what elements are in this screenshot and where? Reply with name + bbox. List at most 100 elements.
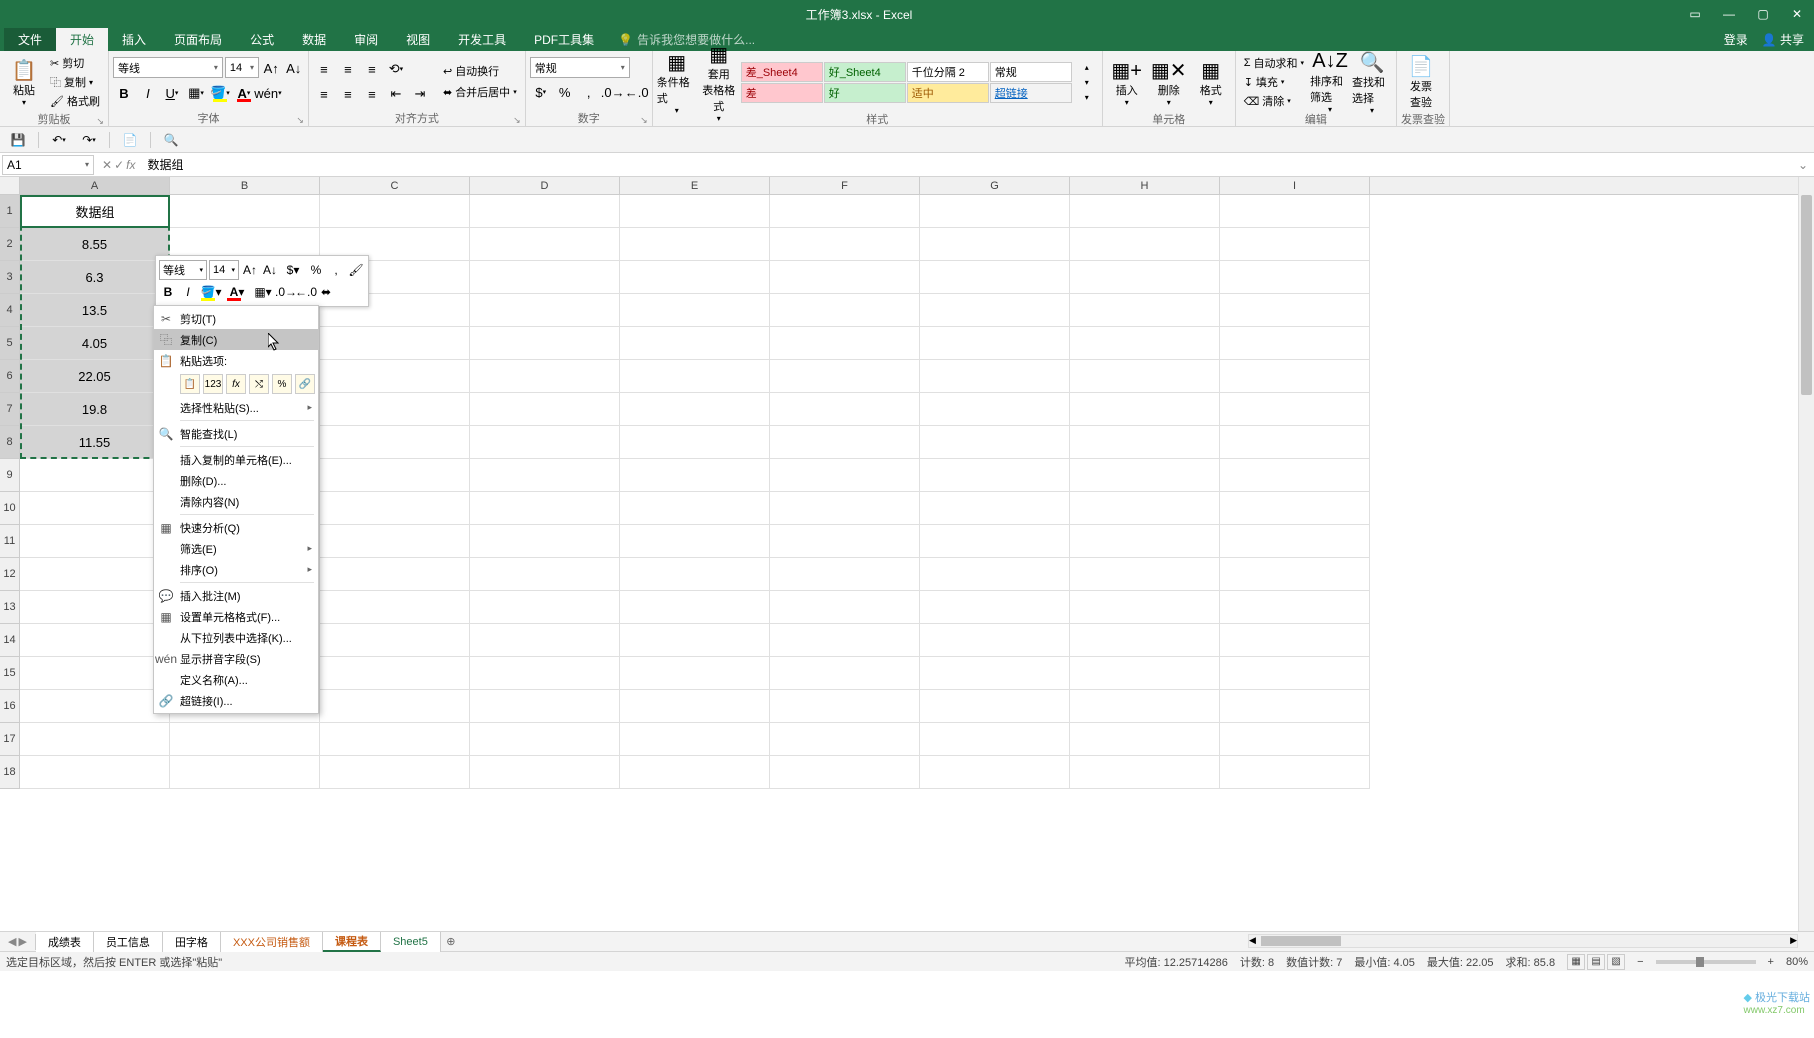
tell-me-search[interactable]: 💡 告诉我您想要做什么... [618, 31, 755, 48]
sheet-tab-sales[interactable]: XXX公司销售额 [221, 932, 323, 952]
cell-C14[interactable] [320, 624, 470, 657]
cm-format-cells[interactable]: ▦设置单元格格式(F)... [154, 606, 318, 627]
sheet-nav-prev-icon[interactable]: ◀ [8, 935, 16, 948]
cell-D6[interactable] [470, 360, 620, 393]
cell-A13[interactable] [20, 591, 170, 624]
hscroll-right-icon[interactable]: ▶ [1790, 935, 1797, 946]
alignment-launcher-icon[interactable]: ↘ [513, 115, 521, 126]
row-header-16[interactable]: 16 [0, 690, 20, 723]
cell-I17[interactable] [1220, 723, 1370, 756]
format-as-table-button[interactable]: ▦套用 表格格式▾ [699, 53, 739, 111]
cell-F9[interactable] [770, 459, 920, 492]
cell-E11[interactable] [620, 525, 770, 558]
delete-cells-button[interactable]: ▦✕删除▾ [1149, 53, 1189, 111]
cell-E15[interactable] [620, 657, 770, 690]
cell-E6[interactable] [620, 360, 770, 393]
align-center-icon[interactable]: ≡ [337, 83, 359, 105]
sheet-tab-employees[interactable]: 员工信息 [94, 932, 163, 952]
cm-sort[interactable]: 排序(O)▸ [154, 559, 318, 580]
mini-increase-font-icon[interactable]: A↑ [241, 261, 259, 279]
format-cells-button[interactable]: ▦格式▾ [1191, 53, 1231, 111]
cell-I12[interactable] [1220, 558, 1370, 591]
share-button[interactable]: 👤 共享 [1762, 31, 1804, 48]
cell-A14[interactable] [20, 624, 170, 657]
tab-pdf-tools[interactable]: PDF工具集 [520, 28, 608, 51]
close-icon[interactable]: ✕ [1780, 0, 1814, 28]
column-header-B[interactable]: B [170, 177, 320, 194]
insert-function-icon[interactable]: fx [126, 158, 135, 172]
number-launcher-icon[interactable]: ↘ [640, 115, 648, 126]
cell-G15[interactable] [920, 657, 1070, 690]
cell-F16[interactable] [770, 690, 920, 723]
cell-G16[interactable] [920, 690, 1070, 723]
cell-I8[interactable] [1220, 426, 1370, 459]
bold-icon[interactable]: B [113, 82, 135, 104]
hscroll-left-icon[interactable]: ◀ [1249, 935, 1256, 946]
cell-E9[interactable] [620, 459, 770, 492]
cm-define-name[interactable]: 定义名称(A)... [154, 669, 318, 690]
name-box[interactable]: A1▾ [2, 155, 94, 175]
cm-insert-copied[interactable]: 插入复制的单元格(E)... [154, 449, 318, 470]
cm-smart-lookup[interactable]: 🔍智能查找(L) [154, 423, 318, 444]
cell-D17[interactable] [470, 723, 620, 756]
cell-D4[interactable] [470, 294, 620, 327]
paste-link-icon[interactable]: 🔗 [295, 374, 315, 394]
cell-E14[interactable] [620, 624, 770, 657]
row-header-6[interactable]: 6 [0, 360, 20, 393]
cell-E17[interactable] [620, 723, 770, 756]
cell-C8[interactable] [320, 426, 470, 459]
cell-B1[interactable] [170, 195, 320, 228]
cell-I11[interactable] [1220, 525, 1370, 558]
paste-all-icon[interactable]: 📋 [180, 374, 200, 394]
cell-A11[interactable] [20, 525, 170, 558]
cell-I13[interactable] [1220, 591, 1370, 624]
cell-G12[interactable] [920, 558, 1070, 591]
cm-quick-analysis[interactable]: ▦快速分析(Q) [154, 517, 318, 538]
gallery-down-icon[interactable]: ▾ [1076, 75, 1098, 89]
cell-styles-gallery[interactable]: 差_Sheet4 好_Sheet4 千位分隔 2 常规 差 好 适中 超链接 [741, 62, 1072, 103]
mini-percent-icon[interactable]: % [307, 261, 325, 279]
paste-formulas-icon[interactable]: fx [226, 374, 246, 394]
column-header-A[interactable]: A [20, 177, 170, 194]
comma-format-icon[interactable]: , [578, 81, 600, 103]
style-hyperlink[interactable]: 超链接 [990, 83, 1072, 103]
copy-button[interactable]: ⿻复制▾ [46, 73, 104, 91]
column-header-C[interactable]: C [320, 177, 470, 194]
cell-I6[interactable] [1220, 360, 1370, 393]
select-all-corner[interactable] [0, 177, 20, 195]
cell-C16[interactable] [320, 690, 470, 723]
cell-E7[interactable] [620, 393, 770, 426]
spreadsheet-grid[interactable]: ABCDEFGHI 123456789101112131415161718 数据… [0, 177, 1814, 931]
undo-icon[interactable]: ↶▾ [49, 130, 69, 150]
row-header-18[interactable]: 18 [0, 756, 20, 789]
cell-C10[interactable] [320, 492, 470, 525]
cell-A16[interactable] [20, 690, 170, 723]
cell-C5[interactable] [320, 327, 470, 360]
style-good[interactable]: 好 [824, 83, 906, 103]
cell-F2[interactable] [770, 228, 920, 261]
cm-hyperlink[interactable]: 🔗超链接(I)... [154, 690, 318, 711]
sheet-tab-courses[interactable]: 课程表 [323, 932, 381, 952]
cell-I1[interactable] [1220, 195, 1370, 228]
vscroll-thumb[interactable] [1801, 195, 1812, 395]
sort-filter-button[interactable]: A↓Z排序和筛选▾ [1310, 53, 1350, 111]
cell-C6[interactable] [320, 360, 470, 393]
sheet-nav-next-icon[interactable]: ▶ [18, 935, 26, 948]
cell-A18[interactable] [20, 756, 170, 789]
mini-bold-icon[interactable]: B [159, 283, 177, 301]
cell-D5[interactable] [470, 327, 620, 360]
cell-E12[interactable] [620, 558, 770, 591]
accounting-format-icon[interactable]: $▾ [530, 81, 552, 103]
increase-font-icon[interactable]: A↑ [261, 57, 282, 79]
vertical-scrollbar[interactable] [1798, 177, 1814, 931]
cm-cut[interactable]: ✂剪切(T) [154, 308, 318, 329]
cell-D2[interactable] [470, 228, 620, 261]
column-header-D[interactable]: D [470, 177, 620, 194]
cell-I10[interactable] [1220, 492, 1370, 525]
cell-G14[interactable] [920, 624, 1070, 657]
cell-D7[interactable] [470, 393, 620, 426]
cancel-formula-icon[interactable]: ✕ [102, 158, 112, 172]
clear-button[interactable]: ⌫清除▾ [1240, 92, 1308, 110]
gallery-more-icon[interactable]: ▾ [1076, 90, 1098, 104]
align-middle-icon[interactable]: ≡ [337, 58, 359, 80]
